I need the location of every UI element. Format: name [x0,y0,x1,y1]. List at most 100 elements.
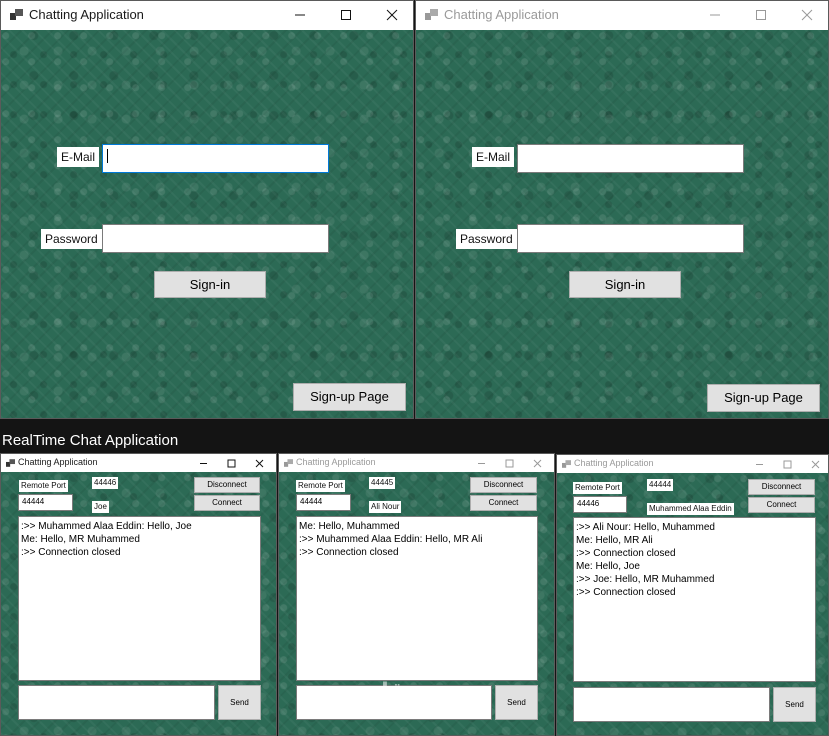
password-field[interactable] [517,224,744,253]
close-button[interactable] [523,454,551,472]
minimize-button[interactable] [745,455,773,473]
chat-message: :>> Ali Nour: Hello, Muhammed [576,522,715,533]
close-button[interactable] [784,1,828,30]
user-name-label: Muhammed Alaa Eddin [647,503,734,515]
maximize-button[interactable] [495,454,523,472]
minimize-icon [295,14,305,16]
app-window-icon [10,9,23,20]
close-button[interactable] [801,455,828,473]
local-port-value: 44444 [647,479,674,491]
password-label: Password [41,229,102,249]
window-title: Chatting Application [574,458,654,468]
sign-up-page-button[interactable]: Sign-up Page [293,383,406,411]
message-input[interactable] [18,685,215,720]
watermark-latin: mostaql.com [371,703,449,717]
chat-history[interactable]: :>> Muhammed Alaa Eddin: Hello, Joe Me: … [18,516,261,681]
maximize-icon [505,459,514,468]
chat-message: :>> Connection closed [21,547,121,558]
window-title: Chatting Application [18,457,98,467]
close-icon [386,9,398,21]
maximize-button[interactable] [217,454,245,472]
close-button[interactable] [369,1,413,30]
message-input[interactable] [573,687,770,722]
minimize-icon [710,14,720,16]
close-icon [801,9,813,21]
window-title: Chatting Application [29,7,144,22]
chat-window-1: Chatting Application Remote Port 44446 4… [0,453,277,736]
minimize-icon [200,463,207,464]
remote-port-field[interactable]: 44444 [296,494,351,511]
login-window-2: Chatting Application E-Mail Password Sig… [415,0,829,419]
connect-button[interactable]: Connect [470,495,537,511]
connect-button[interactable]: Connect [748,497,815,513]
chat-window-3: Chatting Application Remote Port 44444 4… [556,454,829,736]
minimize-button[interactable] [692,1,738,30]
app-window-icon [6,459,15,467]
remote-port-label: Remote Port [19,480,68,492]
maximize-icon [783,460,792,469]
maximize-button[interactable] [773,455,801,473]
minimize-button[interactable] [189,454,217,472]
window-title: Chatting Application [296,457,376,467]
remote-port-label: Remote Port [573,482,622,494]
watermark-arabic: مستقل [369,679,451,704]
chat-message: Me: Hello, MR Ali [576,535,653,546]
chat-message: :>> Connection closed [576,548,676,559]
chat-panel: Remote Port 44444 44446 Muhammed Alaa Ed… [557,473,828,735]
login-window-1: Chatting Application E-Mail Password Sig… [0,0,414,419]
minimize-button[interactable] [277,1,323,30]
connect-button[interactable]: Connect [194,495,260,511]
email-field[interactable] [102,144,329,173]
login-panel: E-Mail Password Sign-in Sign-up Page [1,30,413,418]
sign-in-button[interactable]: Sign-in [569,271,681,298]
title-bar[interactable]: Chatting Application [1,454,276,472]
text-caret [107,149,108,163]
chat-message: :>> Connection closed [576,587,676,598]
local-port-value: 44446 [92,477,119,489]
app-window-icon [425,9,438,20]
chat-message: Me: Hello, MR Muhammed [21,534,140,545]
close-icon [811,460,820,469]
title-bar[interactable]: Chatting Application [279,454,554,472]
remote-port-field[interactable]: 44444 [18,494,73,511]
maximize-button[interactable] [738,1,784,30]
close-button[interactable] [245,454,273,472]
sign-in-button[interactable]: Sign-in [154,271,266,298]
close-icon [533,459,542,468]
password-field[interactable] [102,224,329,253]
minimize-button[interactable] [467,454,495,472]
chat-history[interactable]: Me: Hello, Muhammed :>> Muhammed Alaa Ed… [296,516,538,681]
chat-message: :>> Joe: Hello, MR Muhammed [576,574,715,585]
title-bar[interactable]: Chatting Application [557,455,828,473]
app-window-icon [284,459,293,467]
disconnect-button[interactable]: Disconnect [470,477,537,493]
title-bar[interactable]: Chatting Application [1,1,413,30]
maximize-icon [756,10,766,20]
remote-port-field[interactable]: 44446 [573,496,627,513]
maximize-button[interactable] [323,1,369,30]
watermark: مستقل mostaql.com [350,679,470,717]
disconnect-button[interactable]: Disconnect [194,477,260,493]
minimize-icon [478,463,485,464]
chat-message: Me: Hello, Joe [576,561,640,572]
send-button[interactable]: Send [218,685,261,720]
login-panel: E-Mail Password Sign-in Sign-up Page [416,30,828,418]
window-title: Chatting Application [444,7,559,22]
sign-up-page-button[interactable]: Sign-up Page [707,384,820,412]
section-title: RealTime Chat Application [2,432,179,449]
send-button[interactable]: Send [773,687,816,722]
send-button[interactable]: Send [495,685,538,720]
disconnect-button[interactable]: Disconnect [748,479,815,495]
password-label: Password [456,229,517,249]
chat-message: :>> Connection closed [299,547,399,558]
chat-history[interactable]: :>> Ali Nour: Hello, Muhammed Me: Hello,… [573,517,816,682]
user-name-label: Ali Nour [369,501,402,513]
user-name-label: Joe [92,501,109,513]
maximize-icon [227,459,236,468]
email-label: E-Mail [472,147,515,167]
chat-message: :>> Muhammed Alaa Eddin: Hello, Joe [21,521,192,532]
local-port-value: 44445 [369,477,396,489]
title-bar[interactable]: Chatting Application [416,1,828,30]
email-field[interactable] [517,144,744,173]
minimize-icon [756,464,763,465]
